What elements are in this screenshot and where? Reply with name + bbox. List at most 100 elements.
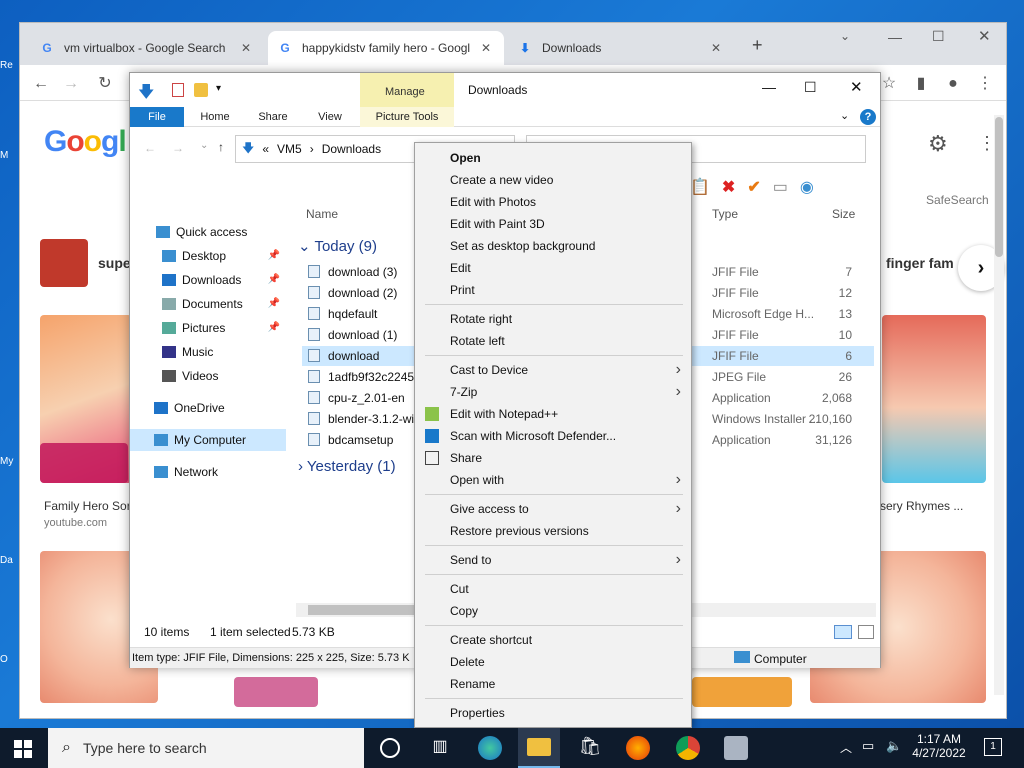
desktop-icon-label[interactable]: Re bbox=[0, 60, 13, 71]
forward-icon[interactable]: → bbox=[172, 141, 184, 155]
pin-icon[interactable]: 📌 bbox=[268, 245, 280, 267]
suggestion-chip[interactable]: supe bbox=[98, 255, 131, 271]
cortana-icon[interactable] bbox=[380, 738, 400, 758]
ribbon-tab-file[interactable]: File bbox=[130, 107, 184, 127]
ribbon-tab-home[interactable]: Home bbox=[190, 107, 240, 127]
help-icon[interactable]: ? bbox=[860, 109, 876, 125]
quick-access-dropdown-icon[interactable]: ▾ bbox=[216, 83, 221, 94]
new-folder-icon[interactable] bbox=[194, 83, 208, 97]
nav-item-quick-access[interactable]: Quick access bbox=[156, 221, 280, 243]
column-type[interactable]: Type bbox=[712, 207, 738, 221]
shell-icon[interactable]: ◉ bbox=[800, 177, 814, 199]
chevron-down-icon[interactable]: ⌄ bbox=[840, 109, 849, 122]
maximize-icon[interactable]: ☐ bbox=[932, 28, 945, 45]
menu-item-properties[interactable]: Properties bbox=[415, 702, 691, 724]
bookmark-star-icon[interactable]: ☆ bbox=[878, 73, 900, 95]
gear-icon[interactable]: ⚙ bbox=[928, 131, 948, 157]
menu-item-set-as-desktop-background[interactable]: Set as desktop background bbox=[415, 235, 691, 257]
ribbon-tab-view[interactable]: View bbox=[306, 107, 354, 127]
chevron-down-icon[interactable]: ⌄ bbox=[840, 29, 850, 43]
group-today[interactable]: ⌄ Today (9) bbox=[298, 237, 377, 255]
google-logo[interactable]: Googl bbox=[44, 125, 127, 159]
video-thumbnail[interactable] bbox=[882, 315, 986, 483]
breadcrumb-vm5[interactable]: VM5 bbox=[277, 142, 302, 156]
pin-icon[interactable]: 📌 bbox=[268, 269, 280, 291]
breadcrumb-separator[interactable]: › bbox=[310, 142, 314, 156]
nav-item-desktop[interactable]: Desktop 📌 bbox=[162, 245, 280, 267]
desktop-icon-label[interactable]: M bbox=[0, 150, 8, 161]
menu-item-open-with[interactable]: Open with › bbox=[415, 469, 691, 491]
back-icon[interactable]: ← bbox=[30, 73, 52, 95]
pin-icon[interactable]: 📌 bbox=[268, 317, 280, 339]
nav-item-downloads[interactable]: Downloads 📌 bbox=[162, 269, 280, 291]
suggestion-thumbnail[interactable] bbox=[40, 239, 88, 287]
nav-item-onedrive[interactable]: OneDrive bbox=[154, 397, 280, 419]
edge-icon[interactable] bbox=[478, 736, 502, 760]
close-icon[interactable]: ✕ bbox=[708, 41, 724, 55]
menu-item-cut[interactable]: Cut bbox=[415, 578, 691, 600]
check-icon[interactable]: ✔ bbox=[747, 177, 760, 199]
rename-icon[interactable]: ▭ bbox=[773, 177, 788, 199]
virtualbox-icon[interactable] bbox=[724, 736, 748, 760]
column-name[interactable]: Name bbox=[306, 207, 338, 221]
menu-item-share[interactable]: Share bbox=[415, 447, 691, 469]
explorer-taskbar-active[interactable] bbox=[518, 728, 560, 768]
minimize-icon[interactable]: — bbox=[762, 79, 776, 95]
desktop-icon-label[interactable]: Da bbox=[0, 555, 13, 566]
ribbon-tab-picture-tools[interactable]: Picture Tools bbox=[360, 107, 454, 127]
side-panel-icon[interactable]: ▮ bbox=[910, 73, 932, 95]
menu-item-rotate-right[interactable]: Rotate right bbox=[415, 308, 691, 330]
menu-item-delete[interactable]: Delete bbox=[415, 651, 691, 673]
menu-item-create-a-new-video[interactable]: Create a new video bbox=[415, 169, 691, 191]
manage-tab[interactable]: Manage bbox=[385, 86, 425, 98]
scrollbar[interactable] bbox=[994, 115, 1004, 695]
task-view-icon[interactable]: ▥ bbox=[428, 736, 452, 760]
menu-item-7-zip[interactable]: 7-Zip › bbox=[415, 381, 691, 403]
properties-icon[interactable] bbox=[172, 83, 184, 97]
tab-downloads[interactable]: ⬇ Downloads ✕ bbox=[508, 31, 734, 65]
desktop-icon-label[interactable]: O bbox=[0, 654, 8, 665]
close-window-icon[interactable]: ✕ bbox=[978, 27, 991, 45]
menu-item-copy[interactable]: Copy bbox=[415, 600, 691, 622]
menu-item-edit-with-notepad[interactable]: Edit with Notepad++ bbox=[415, 403, 691, 425]
nav-item-pictures[interactable]: Pictures 📌 bbox=[162, 317, 280, 339]
card-title[interactable]: Family Hero Sor bbox=[44, 499, 131, 513]
windows-start-icon[interactable] bbox=[14, 740, 32, 758]
close-icon[interactable]: ✕ bbox=[850, 78, 863, 96]
nav-item-documents[interactable]: Documents 📌 bbox=[162, 293, 280, 315]
scrollbar-thumb[interactable] bbox=[308, 605, 418, 615]
reload-icon[interactable]: ↻ bbox=[94, 73, 116, 95]
forward-icon[interactable]: → bbox=[60, 73, 82, 95]
menu-item-cast-to-device[interactable]: Cast to Device › bbox=[415, 359, 691, 381]
recent-dropdown-icon[interactable]: ⌄ bbox=[200, 140, 208, 151]
menu-item-create-shortcut[interactable]: Create shortcut bbox=[415, 629, 691, 651]
column-size[interactable]: Size bbox=[832, 207, 855, 221]
maximize-icon[interactable]: ☐ bbox=[804, 79, 817, 96]
notification-icon[interactable]: 1 bbox=[984, 738, 1002, 756]
menu-item-rename[interactable]: Rename bbox=[415, 673, 691, 695]
menu-item-edit-with-paint-3d[interactable]: Edit with Paint 3D bbox=[415, 213, 691, 235]
store-icon[interactable]: 🛍 bbox=[578, 736, 602, 760]
nav-item-my-computer[interactable]: My Computer bbox=[130, 429, 286, 451]
up-icon[interactable]: ↑ bbox=[218, 140, 224, 154]
video-thumbnail[interactable] bbox=[692, 677, 792, 707]
menu-item-open[interactable]: Open bbox=[415, 147, 691, 169]
details-view-icon[interactable] bbox=[834, 625, 852, 639]
safesearch-label[interactable]: SafeSearch bbox=[926, 193, 989, 207]
breadcrumb-overflow[interactable]: « bbox=[262, 142, 269, 156]
tab-happykidstv[interactable]: G happykidstv family hero - Googl ✕ bbox=[268, 31, 504, 65]
menu-item-scan-with-microsoft-defender[interactable]: Scan with Microsoft Defender... bbox=[415, 425, 691, 447]
menu-item-send-to[interactable]: Send to › bbox=[415, 549, 691, 571]
menu-item-edit-with-photos[interactable]: Edit with Photos bbox=[415, 191, 691, 213]
ribbon-tab-share[interactable]: Share bbox=[248, 107, 298, 127]
close-icon[interactable]: ✕ bbox=[478, 41, 494, 55]
clock[interactable]: 1:17 AM 4/27/2022 bbox=[912, 732, 966, 760]
menu-item-edit[interactable]: Edit bbox=[415, 257, 691, 279]
clipboard-icon[interactable]: 📋 bbox=[690, 177, 710, 199]
show-hidden-icons-icon[interactable]: ︿ bbox=[840, 739, 852, 756]
firefox-icon[interactable] bbox=[626, 736, 650, 760]
tab-vm-virtualbox[interactable]: G vm virtualbox - Google Search ✕ bbox=[30, 31, 264, 65]
menu-item-restore-previous-versions[interactable]: Restore previous versions bbox=[415, 520, 691, 542]
nav-item-music[interactable]: Music bbox=[162, 341, 280, 363]
desktop-icon-label[interactable]: My bbox=[0, 456, 13, 467]
